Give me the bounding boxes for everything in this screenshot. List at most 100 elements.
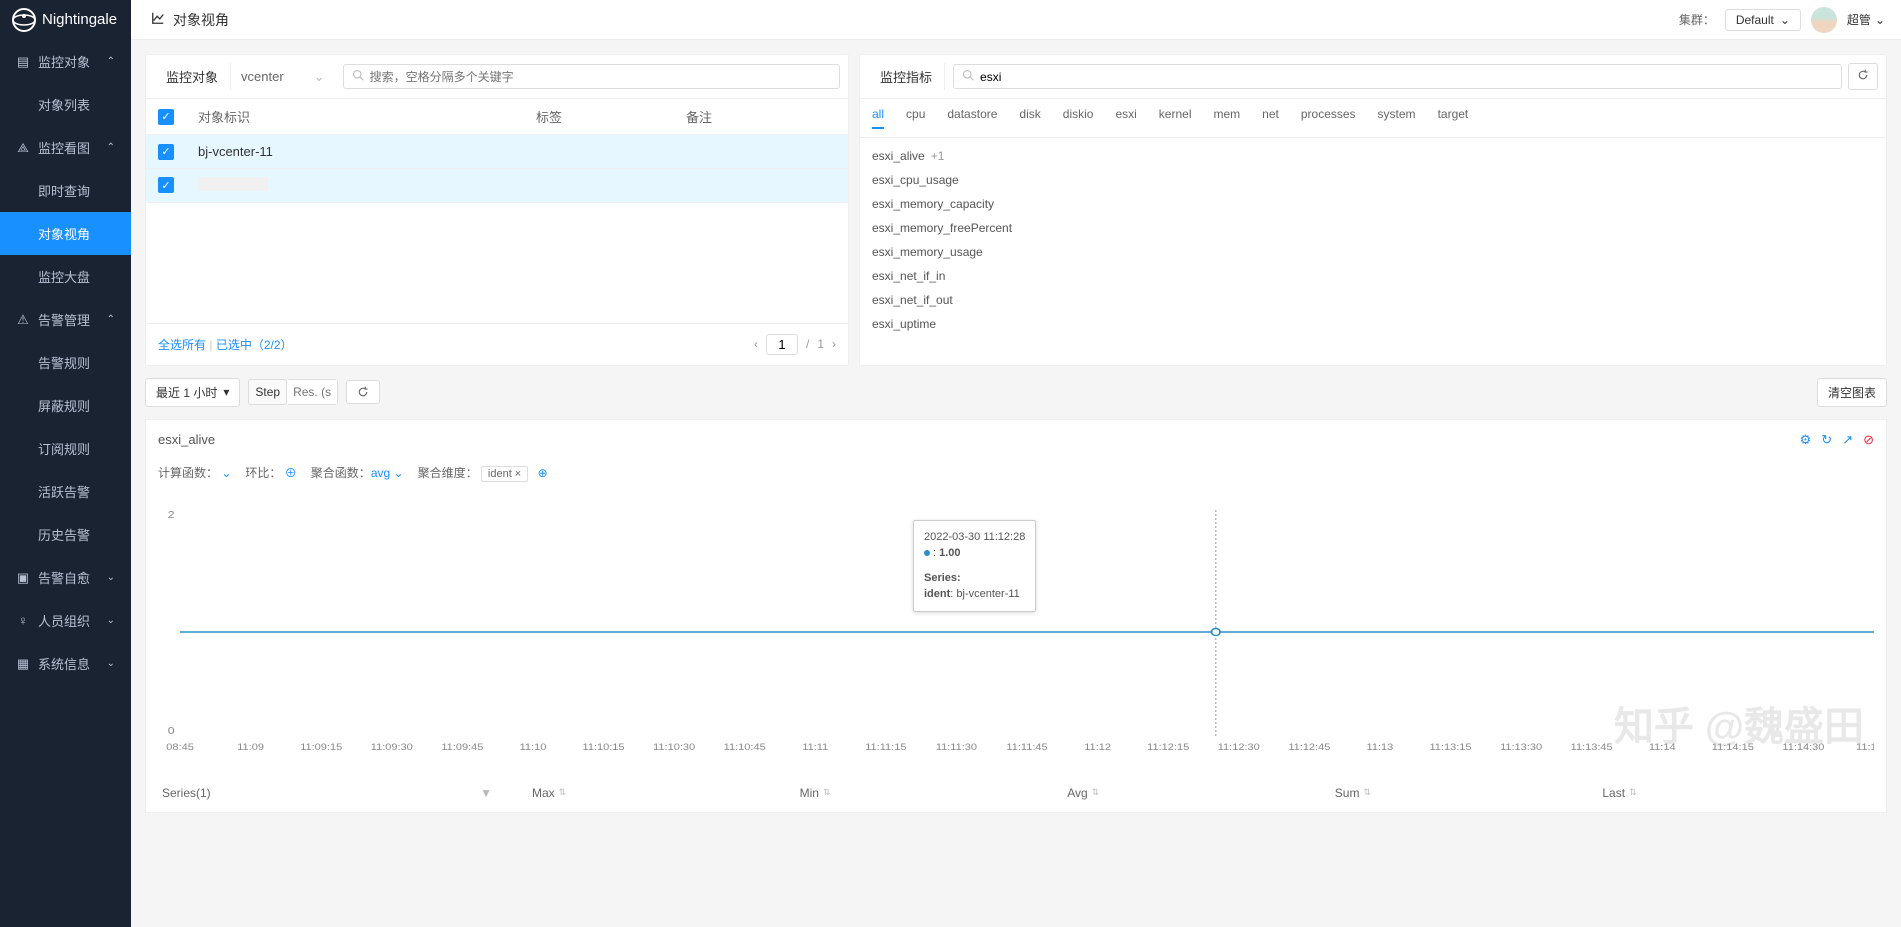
avatar[interactable]: [1811, 7, 1837, 33]
series-col-header[interactable]: Last ⇅: [1602, 786, 1870, 800]
search-icon: [962, 69, 974, 84]
ratio-add-button[interactable]: ⊕: [285, 466, 297, 480]
col-tag-header[interactable]: 标签: [536, 107, 686, 126]
object-type-select[interactable]: vcenter ⌄: [231, 65, 335, 89]
metric-item[interactable]: esxi_memory_capacity: [872, 192, 1874, 216]
svg-text:11:13:15: 11:13:15: [1429, 742, 1471, 751]
sort-icon[interactable]: ⇅: [559, 787, 567, 798]
metric-tab[interactable]: diskio: [1063, 107, 1094, 129]
page-next[interactable]: ›: [832, 337, 836, 351]
metric-tab[interactable]: net: [1262, 107, 1279, 129]
metric-item[interactable]: esxi_net_if_in: [872, 264, 1874, 288]
series-col-header[interactable]: Min ⇅: [800, 786, 1068, 800]
metric-tab[interactable]: mem: [1213, 107, 1240, 129]
metrics-search[interactable]: [953, 64, 1842, 89]
row-checkbox[interactable]: ✓: [158, 177, 174, 193]
menu-item[interactable]: 对象列表: [0, 83, 131, 126]
metric-tab[interactable]: all: [872, 107, 884, 129]
metric-item[interactable]: esxi_memory_freePercent: [872, 216, 1874, 240]
sort-icon[interactable]: ⇅: [1092, 787, 1100, 798]
sort-icon[interactable]: ⇅: [823, 787, 831, 798]
menu-group-0[interactable]: ▤监控对象⌃: [0, 40, 131, 83]
chevron-down-icon: ⌄: [107, 615, 115, 626]
menu-group-2[interactable]: ⚠告警管理⌃: [0, 298, 131, 341]
metric-tab[interactable]: disk: [1019, 107, 1040, 129]
series-col-header[interactable]: Max ⇅: [532, 786, 800, 800]
menu-item[interactable]: 屏蔽规则: [0, 384, 131, 427]
metric-item[interactable]: esxi_cpu_usage: [872, 168, 1874, 192]
cluster-select[interactable]: Default ⌄: [1725, 9, 1801, 31]
settings-icon[interactable]: ⚙: [1800, 432, 1812, 448]
tag-remove-icon[interactable]: ×: [515, 468, 521, 480]
menu-group-4[interactable]: ♀人员组织⌄: [0, 599, 131, 642]
menu-group-5[interactable]: ▦系统信息⌄: [0, 642, 131, 685]
metric-tab[interactable]: datastore: [947, 107, 997, 129]
menu-item[interactable]: 告警规则: [0, 341, 131, 384]
agg-fn-select[interactable]: avg ⌄: [371, 466, 404, 480]
sort-icon[interactable]: ⇅: [1629, 787, 1637, 798]
svg-text:11:12:45: 11:12:45: [1288, 742, 1330, 751]
select-all-checkbox[interactable]: ✓: [158, 109, 174, 125]
table-row[interactable]: ✓: [146, 169, 848, 203]
menu-item[interactable]: 对象视角: [0, 212, 131, 255]
metric-tab[interactable]: target: [1438, 107, 1469, 129]
svg-text:11:09:30: 11:09:30: [371, 742, 413, 751]
app-header: Nightingale 对象视角 集群： Default ⌄ 超管 ⌄: [0, 0, 1901, 40]
clear-chart-button[interactable]: 清空图表: [1817, 378, 1887, 407]
menu-item[interactable]: 历史告警: [0, 513, 131, 556]
selected-count[interactable]: 已选中（2/2）: [216, 338, 293, 352]
agg-fn-label: 聚合函数：: [311, 466, 371, 480]
page-prev[interactable]: ‹: [754, 337, 758, 351]
sort-icon[interactable]: ⇅: [1363, 787, 1371, 798]
time-range-select[interactable]: 最近 1 小时 ▾: [145, 378, 240, 407]
metric-item[interactable]: esxi_uptime: [872, 312, 1874, 336]
select-all-link[interactable]: 全选所有: [158, 338, 206, 352]
svg-text:11:09:15: 11:09:15: [300, 742, 342, 751]
metric-tab[interactable]: esxi: [1115, 107, 1136, 129]
step-input[interactable]: [287, 380, 337, 404]
metric-tab[interactable]: kernel: [1159, 107, 1192, 129]
objects-search[interactable]: [343, 64, 840, 89]
menu-item[interactable]: 订阅规则: [0, 427, 131, 470]
menu-group-3[interactable]: ▣告警自愈⌄: [0, 556, 131, 599]
filter-icon[interactable]: ▼: [480, 786, 492, 800]
calc-fn-select[interactable]: ⌄: [221, 466, 231, 480]
objects-search-input[interactable]: [370, 70, 831, 84]
menu-group-1[interactable]: ⟁监控看图⌃: [0, 126, 131, 169]
menu-group-icon: ⟁: [16, 140, 30, 156]
refresh-chart-button[interactable]: [346, 380, 380, 404]
metric-tab[interactable]: system: [1378, 107, 1416, 129]
menu-item[interactable]: 活跃告警: [0, 470, 131, 513]
metrics-search-input[interactable]: [980, 70, 1833, 84]
svg-text:11:09: 11:09: [237, 742, 264, 751]
series-col-header[interactable]: Series(1)▼: [162, 786, 532, 800]
chart-area[interactable]: 2 0 08:4511:0911:09:1511:09:3011:09:4511…: [158, 502, 1874, 772]
brand-name: Nightingale: [42, 11, 117, 28]
row-checkbox[interactable]: ✓: [158, 144, 174, 160]
menu-item[interactable]: 监控大盘: [0, 255, 131, 298]
col-note-header[interactable]: 备注: [686, 107, 836, 126]
close-icon[interactable]: ⊘: [1863, 432, 1874, 448]
agg-dim-tag[interactable]: ident×: [481, 466, 528, 482]
agg-dim-add-button[interactable]: ⊕: [538, 466, 548, 480]
calc-fn-label: 计算函数：: [158, 466, 218, 480]
series-col-header[interactable]: Sum ⇅: [1335, 786, 1603, 800]
metric-tab[interactable]: cpu: [906, 107, 925, 129]
menu-item[interactable]: 即时查询: [0, 169, 131, 212]
user-name[interactable]: 超管 ⌄: [1847, 11, 1885, 28]
metric-tab[interactable]: processes: [1301, 107, 1356, 129]
refresh-metrics-button[interactable]: [1848, 63, 1878, 90]
refresh-icon[interactable]: ↻: [1821, 432, 1832, 448]
chevron-down-icon: ⌄: [1875, 13, 1885, 27]
row-id: bj-vcenter-11: [188, 144, 536, 159]
top-row: 监控对象 vcenter ⌄ ✓ 对象标识: [145, 54, 1887, 366]
metric-item[interactable]: esxi_net_if_out: [872, 288, 1874, 312]
page-input[interactable]: [766, 334, 798, 355]
share-icon[interactable]: ↗: [1842, 432, 1853, 448]
table-row[interactable]: ✓ bj-vcenter-11: [146, 135, 848, 169]
metric-item[interactable]: esxi_memory_usage: [872, 240, 1874, 264]
metric-item[interactable]: esxi_alive+1: [872, 144, 1874, 168]
page-title: 对象视角: [173, 10, 229, 30]
series-col-header[interactable]: Avg ⇅: [1067, 786, 1335, 800]
col-id-header[interactable]: 对象标识: [188, 107, 536, 126]
